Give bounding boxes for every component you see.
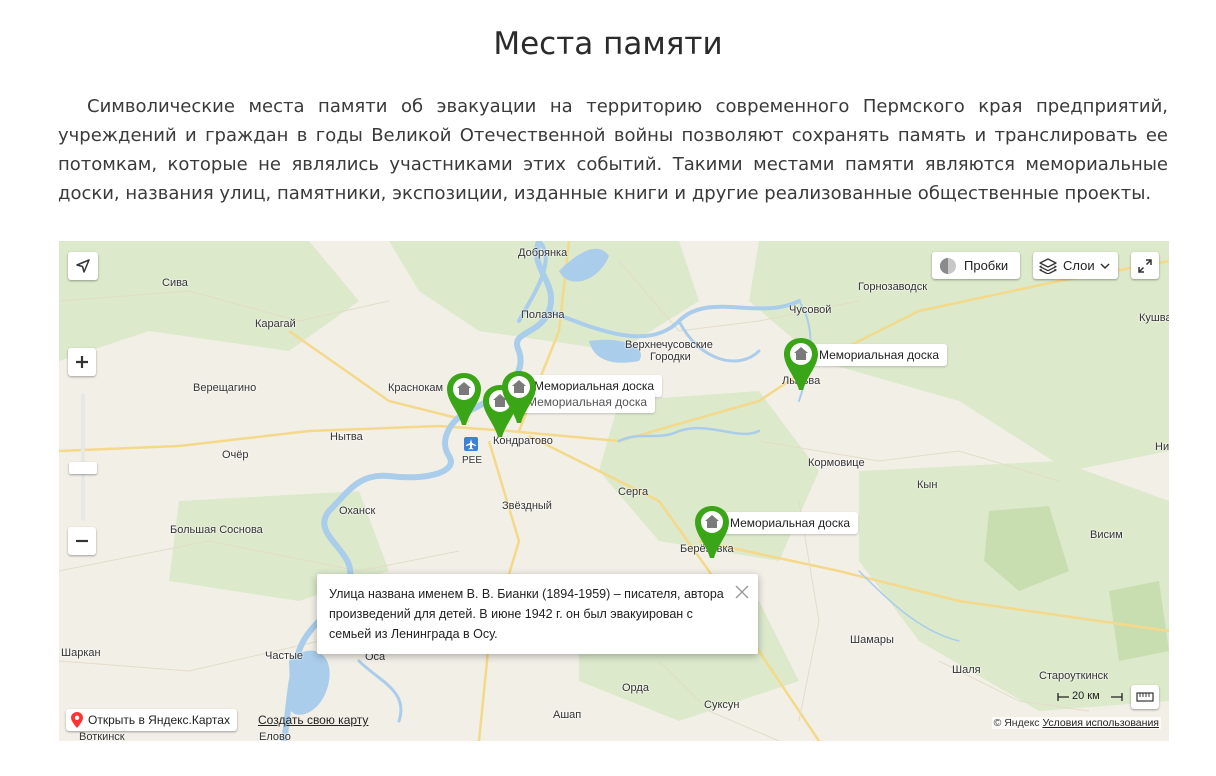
- open-in-yandex-maps-button[interactable]: Открыть в Яндекс.Картах: [66, 709, 237, 731]
- memorial-marker[interactable]: [781, 336, 821, 392]
- place-label: Нытва: [330, 431, 363, 443]
- memorial-marker[interactable]: [499, 369, 539, 425]
- expand-icon: [1138, 258, 1152, 273]
- place-label: Ашап: [553, 709, 582, 721]
- place-label: Звёздный: [502, 500, 552, 512]
- place-label: Городки: [650, 351, 691, 363]
- place-label: Верещагино: [193, 382, 257, 394]
- marker-label[interactable]: Мемориальная доска: [809, 344, 948, 366]
- place-label: Ни: [1155, 441, 1169, 453]
- chevron-down-icon: [1100, 262, 1110, 269]
- place-label: Кушва: [1139, 312, 1169, 324]
- place-label: PEE: [462, 455, 483, 466]
- place-label: Краснокам: [388, 382, 444, 394]
- fullscreen-button[interactable]: [1131, 252, 1159, 279]
- map-base: [59, 241, 1169, 741]
- place-label: Староуткинск: [1039, 670, 1108, 682]
- place-label: Суксун: [704, 699, 740, 711]
- place-label: Елово: [259, 731, 291, 741]
- place-label: Шаля: [952, 664, 981, 676]
- ruler-icon: [1136, 692, 1154, 702]
- traffic-label: Пробки: [964, 258, 1009, 273]
- place-label: Шамары: [850, 634, 894, 646]
- geolocation-button[interactable]: [68, 252, 98, 280]
- open-label: Открыть в Яндекс.Картах: [88, 713, 230, 727]
- place-label: Кормовице: [808, 457, 865, 469]
- traffic-button[interactable]: Пробки: [932, 252, 1021, 279]
- layers-label: Слои: [1063, 258, 1095, 273]
- place-label: Частые: [265, 650, 304, 662]
- close-icon[interactable]: [732, 582, 752, 602]
- intro-text: Символические места памяти об эвакуации …: [58, 96, 1168, 204]
- zoom-slider-thumb[interactable]: [69, 462, 97, 474]
- place-label: Верхнечусовские: [625, 339, 713, 351]
- place-label: Шаркан: [61, 647, 101, 659]
- place-label: Оханск: [339, 505, 376, 517]
- place-label: Горнозаводск: [858, 281, 928, 293]
- minus-icon: [76, 539, 88, 543]
- place-label: Карагай: [255, 318, 296, 330]
- copyright-brand: © Яндекс: [993, 717, 1040, 729]
- terms-link[interactable]: Условия использования: [1042, 717, 1159, 729]
- memorial-marker[interactable]: [692, 504, 732, 560]
- place-label: Кын: [917, 479, 938, 491]
- map-container[interactable]: Добрянка Сива Полазна Горнозаводск Чусов…: [59, 241, 1169, 741]
- traffic-light-icon: [940, 257, 956, 274]
- ruler-button[interactable]: [1131, 685, 1159, 709]
- place-label: Висим: [1090, 529, 1123, 541]
- airport-icon: [464, 437, 478, 451]
- place-label: Чусовой: [789, 304, 832, 316]
- info-balloon: Улица названа именем В. В. Бианки (1894-…: [317, 574, 758, 654]
- marker-label[interactable]: Мемориальная доска: [720, 512, 859, 534]
- create-map-link[interactable]: Создать свою карту: [258, 713, 368, 727]
- place-label: Серга: [618, 486, 649, 498]
- zoom-out-button[interactable]: [68, 527, 96, 555]
- place-label: Воткинск: [79, 731, 125, 741]
- scale-label: 20 км: [1072, 690, 1100, 702]
- place-label: Полазна: [521, 309, 565, 321]
- place-label: Большая Соснова: [170, 524, 263, 536]
- memorial-marker[interactable]: [444, 371, 484, 427]
- place-label: Очёр: [222, 449, 249, 461]
- map-pin-icon: [71, 712, 83, 728]
- place-label: Сива: [162, 277, 188, 289]
- plus-icon: [76, 356, 88, 368]
- balloon-text: Улица названа именем В. В. Бианки (1894-…: [329, 587, 724, 641]
- scale-bar: 20 км: [1057, 689, 1123, 705]
- layers-icon: [1039, 257, 1057, 274]
- copyright: © Яндекс Условия использования: [991, 717, 1161, 729]
- location-arrow-icon: [76, 259, 90, 273]
- place-label: Орда: [622, 682, 649, 694]
- page-title: Места памяти: [493, 26, 723, 62]
- layers-button[interactable]: Слои: [1033, 252, 1118, 279]
- zoom-in-button[interactable]: [68, 348, 96, 376]
- zoom-slider-track[interactable]: [81, 393, 85, 521]
- place-label: Добрянка: [518, 247, 568, 259]
